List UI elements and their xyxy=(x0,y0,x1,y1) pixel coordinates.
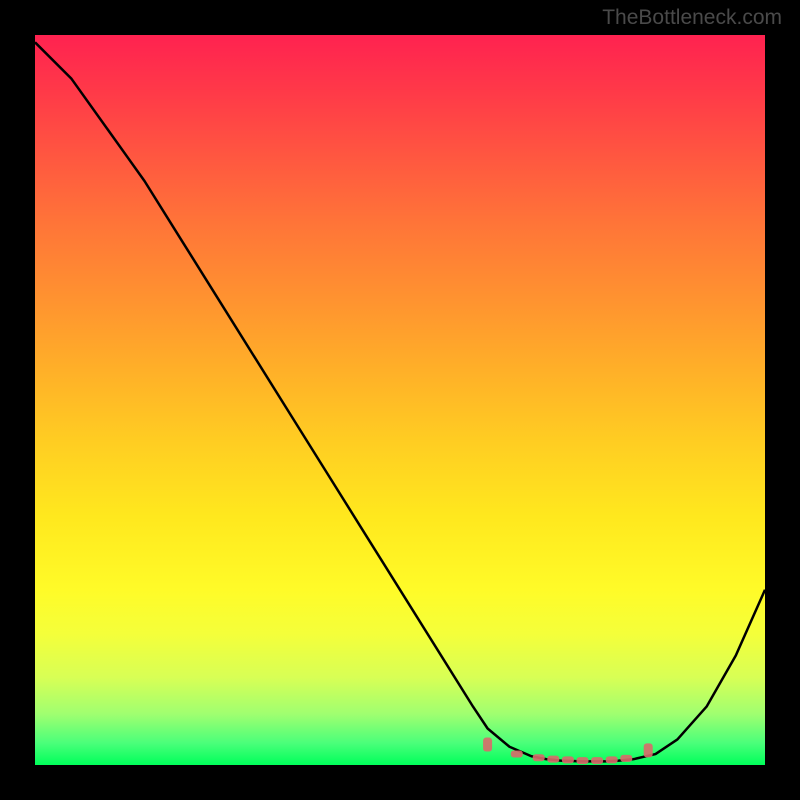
chart-plot-area xyxy=(35,35,765,765)
chart-markers xyxy=(35,35,765,765)
watermark-text: TheBottleneck.com xyxy=(602,6,782,30)
